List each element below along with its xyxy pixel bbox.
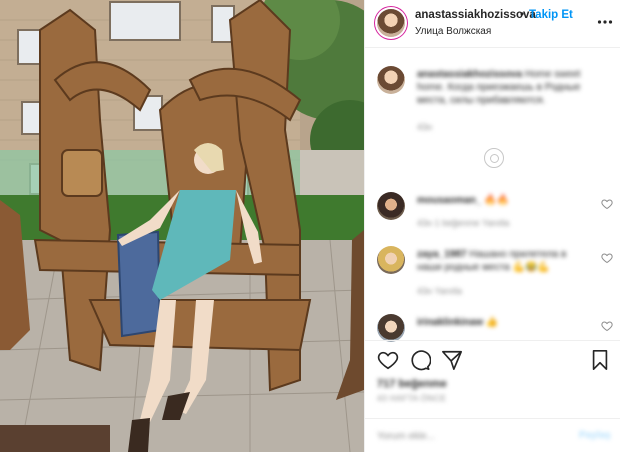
comment-bubble-icon[interactable] bbox=[409, 349, 431, 371]
caption-meta: 43н bbox=[417, 122, 432, 132]
caption-text: anastassiakhozissova Home sweet home. Ко… bbox=[417, 68, 585, 107]
post-sidebar: anastassiakhozissova • Takip Et Улица Во… bbox=[364, 0, 620, 452]
author-avatar[interactable] bbox=[377, 9, 405, 37]
heart-icon[interactable] bbox=[601, 252, 613, 264]
caption-avatar[interactable] bbox=[377, 66, 405, 94]
comment-username[interactable]: irinaklinkinaw bbox=[417, 317, 483, 328]
comment-username[interactable]: zaya_1987 bbox=[417, 249, 467, 260]
comment-text: mousaoman_ 🔥🔥 bbox=[417, 194, 585, 207]
comment-avatar[interactable] bbox=[377, 246, 405, 274]
post-comment-button[interactable]: Paylaş bbox=[579, 430, 611, 441]
comment-username[interactable]: mousaoman_ bbox=[417, 195, 481, 206]
author-username[interactable]: anastassiakhozissova bbox=[415, 9, 536, 21]
load-more-comments-icon[interactable] bbox=[484, 148, 504, 168]
post-photo[interactable] bbox=[0, 0, 364, 452]
paper-plane-icon[interactable] bbox=[441, 349, 463, 371]
bookmark-icon[interactable] bbox=[589, 349, 611, 371]
comment-input[interactable] bbox=[377, 428, 567, 444]
add-comment-bar: Paylaş bbox=[365, 418, 620, 452]
caption-username[interactable]: anastassiakhozissova bbox=[417, 69, 522, 80]
comment-text: zaya_1987 Нашано прилетела в наши родные… bbox=[417, 248, 585, 274]
comment-avatar[interactable] bbox=[377, 192, 405, 220]
header-separator: • bbox=[520, 9, 525, 21]
post-header: anastassiakhozissova • Takip Et Улица Во… bbox=[365, 0, 620, 48]
comment-avatar[interactable] bbox=[377, 314, 405, 342]
action-bar: 717 beğenme 43 HAFTA ÖNCE bbox=[365, 340, 620, 403]
comment-meta: 43н 1 beğenme Yanıtla bbox=[417, 218, 510, 228]
heart-icon[interactable] bbox=[601, 198, 613, 210]
comment-meta: 43н Yanıtla bbox=[417, 286, 462, 296]
comment-body: 👍 bbox=[485, 317, 499, 328]
post-date: 43 HAFTA ÖNCE bbox=[377, 393, 447, 403]
more-dots-icon[interactable] bbox=[597, 14, 613, 30]
location-link[interactable]: Улица Волжская bbox=[415, 26, 491, 37]
comment-body: 🔥🔥 bbox=[484, 195, 510, 206]
likes-count[interactable]: 717 beğenme bbox=[377, 378, 447, 390]
comment-text: irinaklinkinaw 👍 bbox=[417, 316, 585, 329]
heart-icon[interactable] bbox=[601, 320, 613, 332]
heart-icon[interactable] bbox=[377, 349, 399, 371]
follow-button[interactable]: Takip Et bbox=[529, 9, 573, 21]
post-image bbox=[0, 0, 364, 452]
